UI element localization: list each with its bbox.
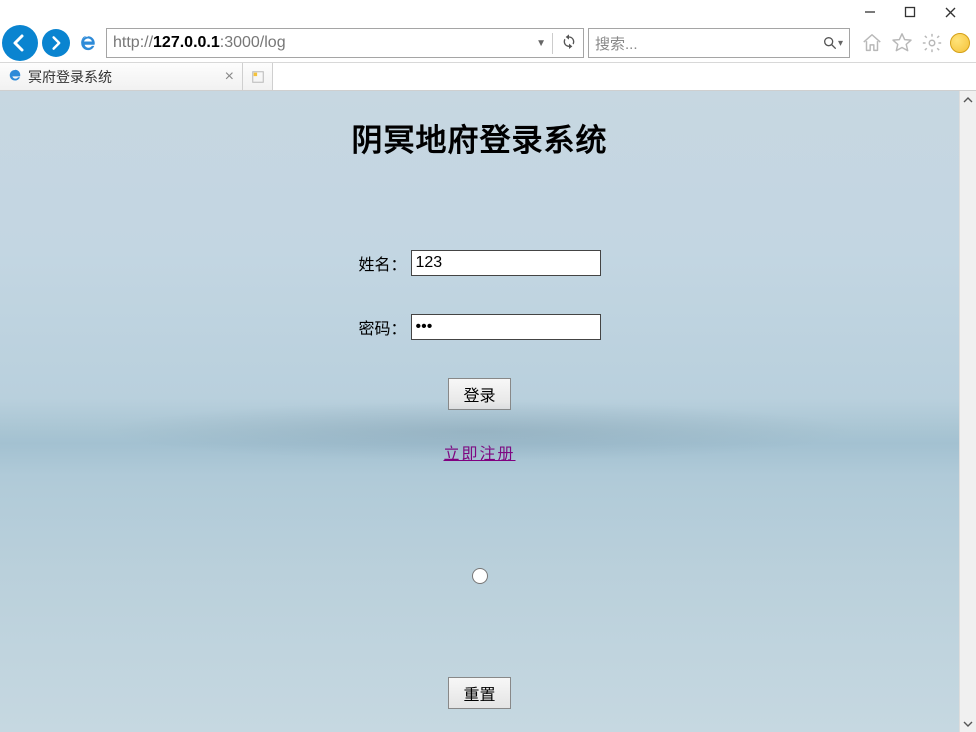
vertical-scrollbar[interactable] — [959, 91, 976, 732]
password-label: 密码： — [358, 315, 406, 339]
search-bar[interactable]: 搜索... ▾ — [588, 28, 850, 58]
name-row: 姓名： — [0, 250, 959, 276]
favorites-icon[interactable] — [890, 31, 914, 55]
forward-button[interactable] — [42, 29, 70, 57]
minimize-button[interactable] — [850, 1, 890, 23]
toolbar-right-icons — [860, 31, 970, 55]
back-button[interactable] — [2, 25, 38, 61]
ie-logo-icon — [78, 33, 98, 53]
name-label: 姓名： — [358, 251, 406, 275]
login-button[interactable]: 登录 — [448, 378, 510, 410]
maximize-button[interactable] — [890, 1, 930, 23]
content-wrap: 阴冥地府登录系统 姓名： 密码： 登录 立即注册 重置 — [0, 91, 976, 732]
radio-option[interactable] — [472, 568, 488, 584]
scroll-up-icon[interactable] — [960, 91, 976, 108]
address-dropdown-icon[interactable]: ▼ — [536, 38, 546, 49]
search-placeholder: 搜索... — [595, 33, 638, 54]
ie-favicon-icon — [8, 68, 22, 85]
refresh-button[interactable] — [552, 33, 577, 54]
reset-button[interactable]: 重置 — [448, 677, 510, 709]
url-host: 127.0.0.1 — [153, 34, 220, 52]
settings-icon[interactable] — [920, 31, 944, 55]
name-input[interactable] — [411, 250, 601, 276]
new-tab-button[interactable] — [243, 63, 273, 90]
tab-active[interactable]: 冥府登录系统 × — [0, 63, 243, 90]
login-row: 登录 — [0, 378, 959, 410]
scroll-down-icon[interactable] — [960, 715, 976, 732]
radio-row — [0, 568, 959, 589]
login-form: 姓名： 密码： 登录 立即注册 重置 — [0, 250, 959, 709]
browser-toolbar: http://127.0.0.1:3000/log ▼ 搜索... ▾ — [0, 24, 976, 62]
close-button[interactable] — [930, 1, 970, 23]
url-rest: :3000/log — [220, 34, 286, 52]
smiley-icon[interactable] — [950, 33, 970, 53]
page-title: 阴冥地府登录系统 — [0, 91, 959, 160]
tab-close-icon[interactable]: × — [225, 68, 234, 86]
window-titlebar — [0, 0, 976, 24]
address-bar[interactable]: http://127.0.0.1:3000/log ▼ — [106, 28, 584, 58]
tabs-bar: 冥府登录系统 × — [0, 62, 976, 91]
reset-row: 重置 — [0, 677, 959, 709]
scroll-track[interactable] — [960, 108, 976, 715]
password-input[interactable] — [411, 314, 601, 340]
search-dropdown-icon[interactable]: ▾ — [838, 38, 843, 49]
home-icon[interactable] — [860, 31, 884, 55]
url-prefix: http:// — [113, 34, 153, 52]
search-button[interactable]: ▾ — [822, 35, 843, 51]
tab-title: 冥府登录系统 — [28, 67, 112, 87]
page-body: 阴冥地府登录系统 姓名： 密码： 登录 立即注册 重置 — [0, 91, 959, 732]
register-link[interactable]: 立即注册 — [443, 440, 515, 464]
password-row: 密码： — [0, 314, 959, 340]
